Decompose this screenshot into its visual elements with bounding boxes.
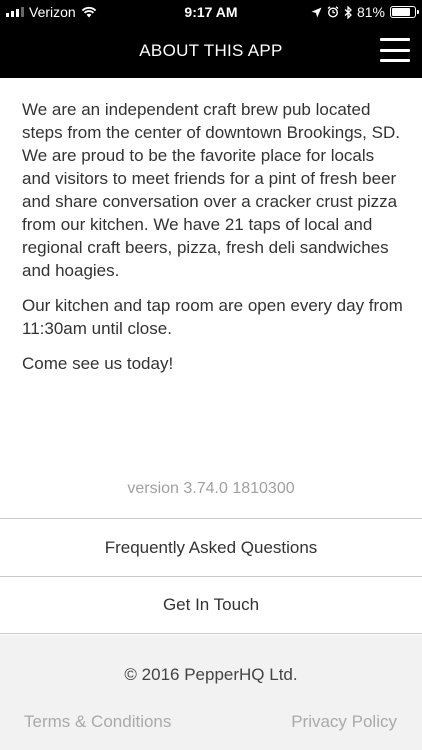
footer: © 2016 PepperHQ Ltd. Terms & Conditions … [0,635,422,750]
get-in-touch-label: Get In Touch [162,595,260,614]
get-in-touch-button[interactable]: Get In Touch [0,576,422,634]
page-title: ABOUT THIS APP [139,41,283,60]
terms-conditions-link[interactable]: Terms & Conditions [24,712,171,732]
about-content: We are an independent craft brew pub loc… [22,98,406,387]
location-arrow-icon [311,7,322,17]
carrier-name: Verizon [29,4,76,20]
bluetooth-icon [344,5,352,19]
copyright-text: © 2016 PepperHQ Ltd. [124,665,298,684]
battery-percent: 81% [356,4,385,20]
faq-button[interactable]: Frequently Asked Questions [0,518,422,576]
hamburger-menu-icon[interactable] [380,38,410,62]
battery-icon [390,6,419,18]
privacy-policy-link[interactable]: Privacy Policy [291,712,397,732]
about-paragraph: Our kitchen and tap room are open every … [22,296,403,338]
status-bar: Verizon 9:17 AM 81% [0,0,422,24]
about-paragraph: We are an independent craft brew pub loc… [22,100,400,280]
about-paragraph: Come see us today! [22,354,174,373]
app-version: version 3.74.0 1810300 [127,480,295,497]
status-left: Verizon [6,4,97,20]
battery-level-fill [392,8,410,16]
wifi-icon [81,6,96,18]
signal-strength-icon [6,7,24,17]
status-right: 81% [311,4,419,20]
faq-label: Frequently Asked Questions [104,537,318,557]
navigation-bar: ABOUT THIS APP [0,24,422,78]
alarm-clock-icon [327,6,339,18]
